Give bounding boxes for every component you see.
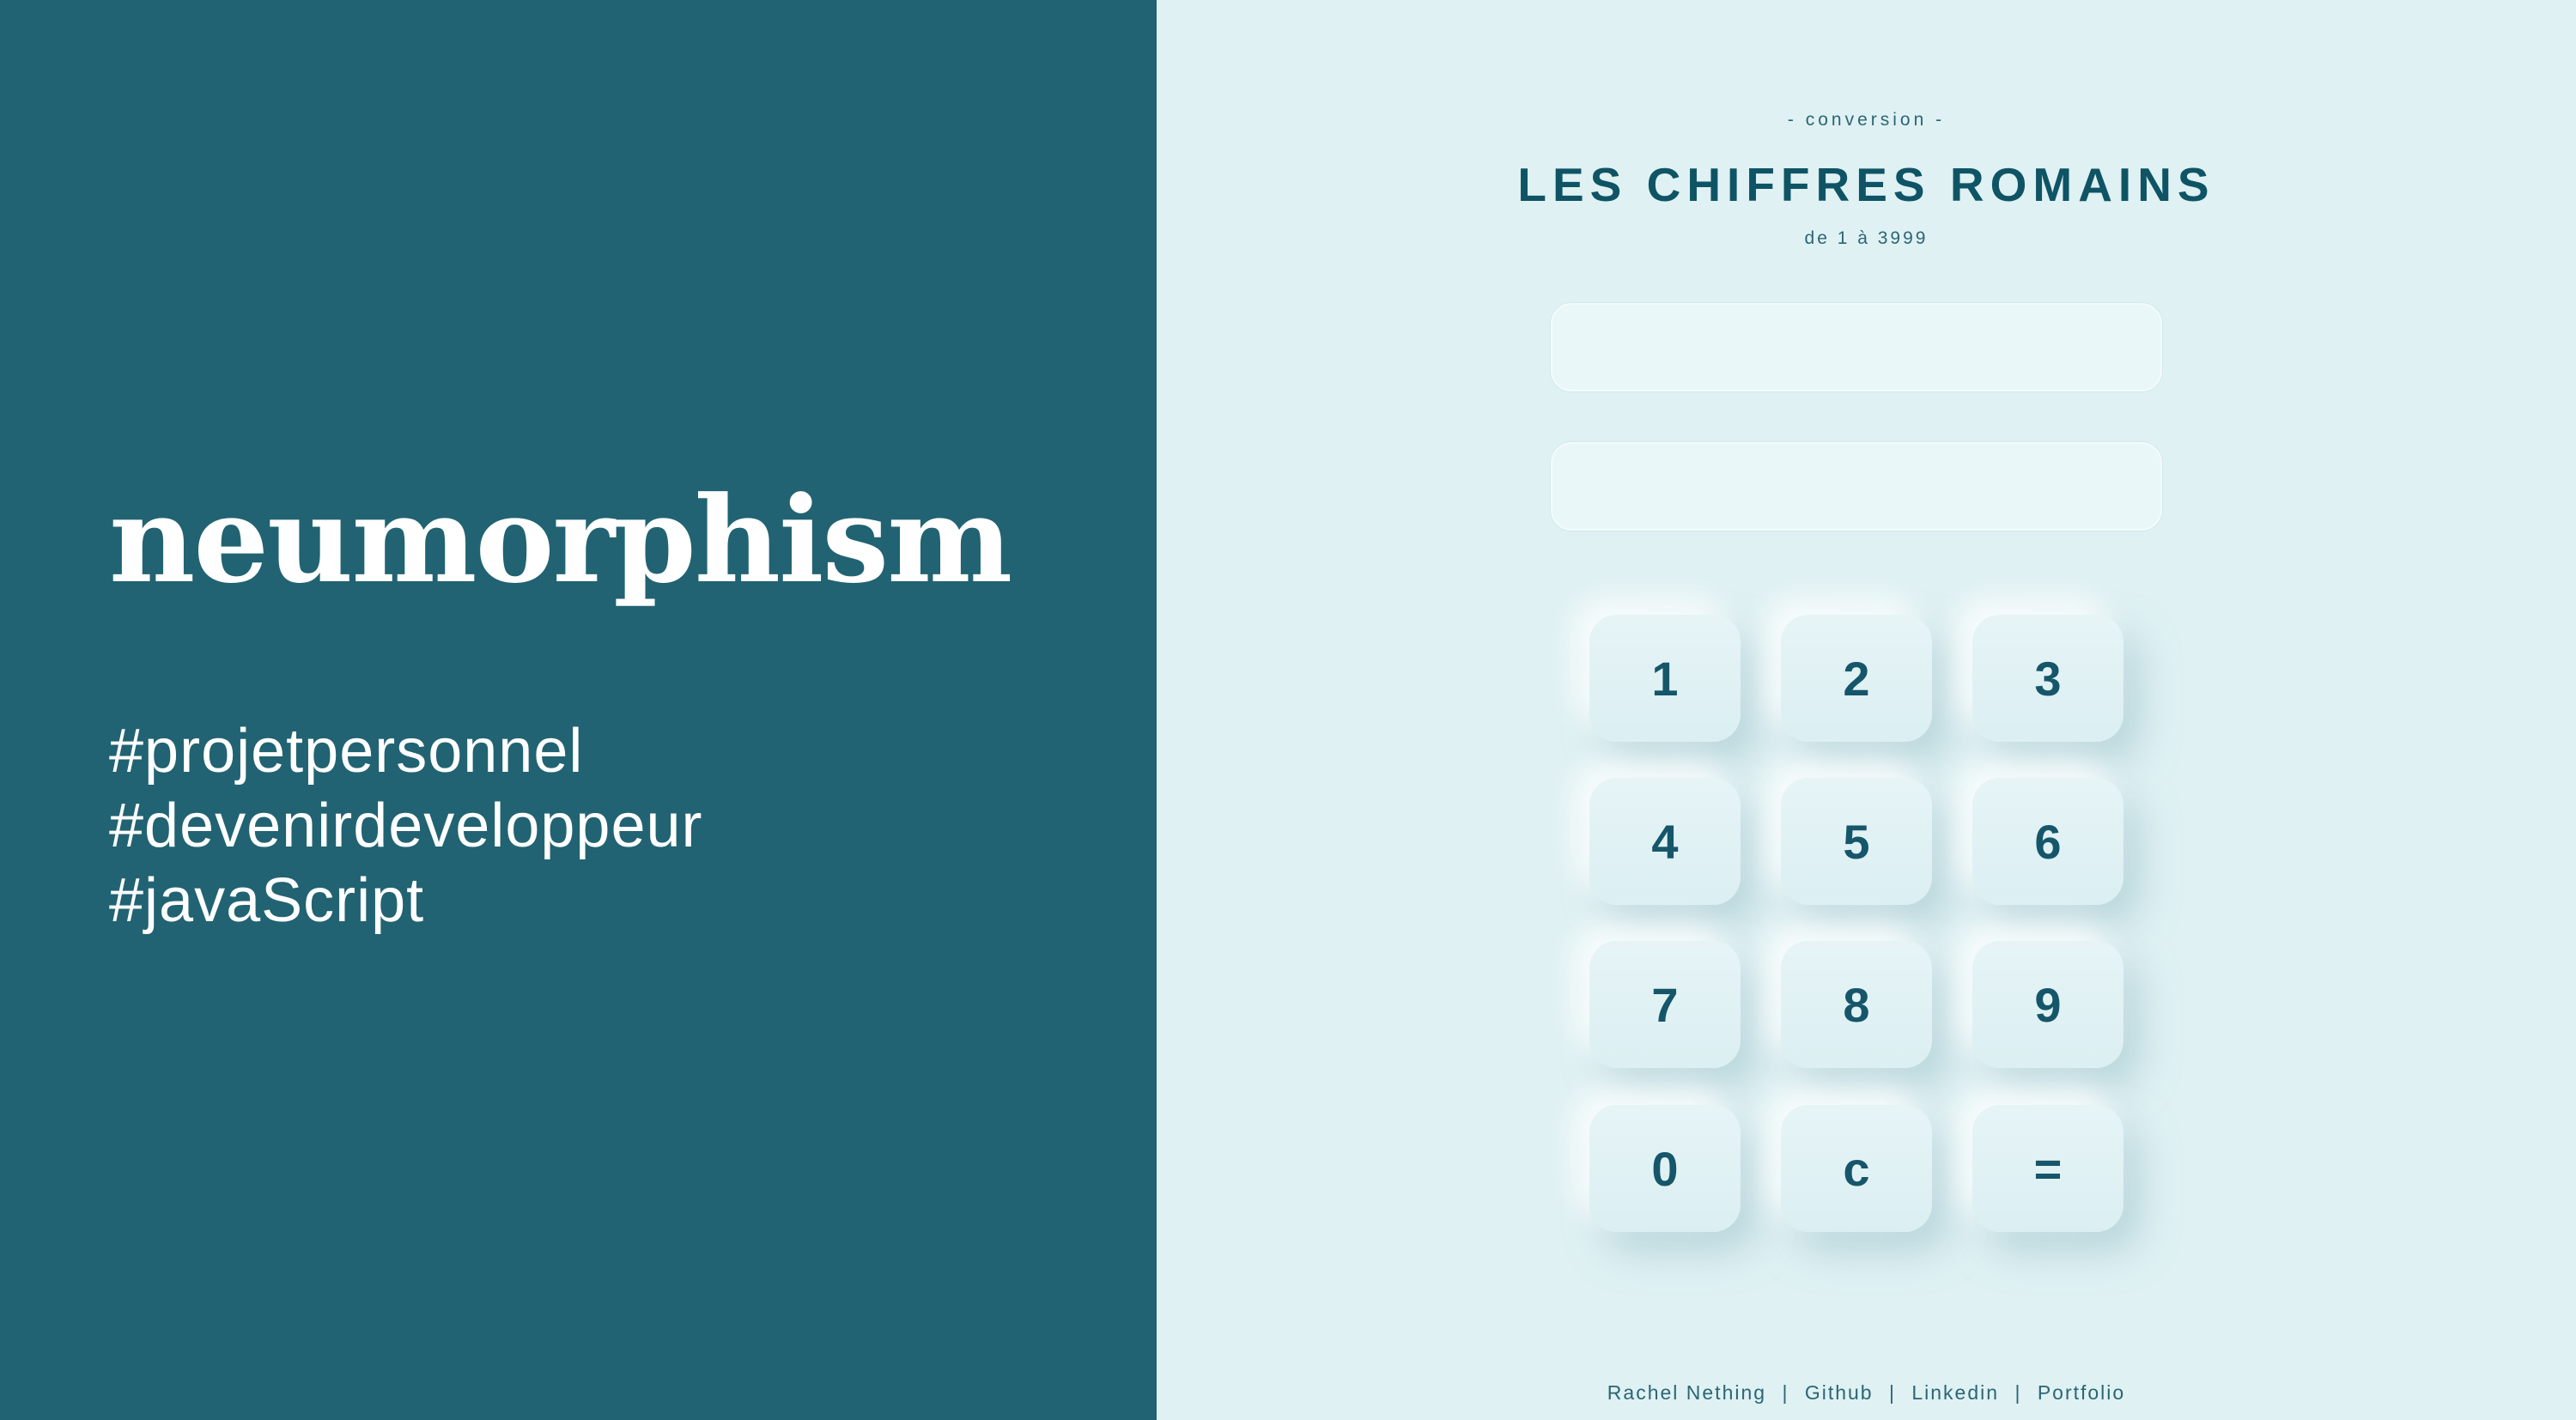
key-7[interactable]: 7 — [1589, 941, 1741, 1068]
key-1[interactable]: 1 — [1589, 615, 1741, 742]
app-kicker: - conversion - — [1787, 110, 1946, 130]
key-9[interactable]: 9 — [1972, 941, 2123, 1068]
converter-app: - conversion - LES CHIFFRES ROMAINS de 1… — [1157, 0, 2576, 1420]
key-0[interactable]: 0 — [1589, 1105, 1741, 1232]
roman-output[interactable] — [1551, 442, 2162, 531]
hashtag: #projetpersonnel — [109, 717, 584, 786]
clear-button[interactable]: c — [1781, 1105, 1932, 1232]
keypad: 1 2 3 4 5 6 7 8 9 0 c = — [1589, 615, 2130, 1235]
author-name: Rachel Nething — [1607, 1381, 1767, 1404]
brand-title: neumorphism — [109, 470, 1012, 610]
linkedin-link[interactable]: Linkedin — [1911, 1381, 1999, 1404]
key-2[interactable]: 2 — [1781, 615, 1932, 742]
key-3[interactable]: 3 — [1972, 615, 2123, 742]
footer-separator: | — [1782, 1381, 1789, 1404]
portfolio-link[interactable]: Portfolio — [2038, 1381, 2125, 1404]
github-link[interactable]: Github — [1805, 1381, 1874, 1404]
equals-button[interactable]: = — [1972, 1105, 2123, 1232]
footer-separator: | — [2014, 1381, 2022, 1404]
footer: Rachel Nething | Github | Linkedin | Por… — [1157, 1381, 2576, 1405]
footer-separator: | — [1888, 1381, 1896, 1404]
number-input[interactable] — [1551, 303, 2162, 391]
page: neumorphism #projetpersonnel #devenirdev… — [0, 0, 2576, 1420]
key-8[interactable]: 8 — [1781, 941, 1932, 1068]
key-6[interactable]: 6 — [1972, 778, 2123, 905]
app-subtitle: de 1 à 3999 — [1804, 228, 1929, 248]
hashtag: #javaScript — [109, 866, 425, 935]
key-5[interactable]: 5 — [1781, 778, 1932, 905]
hashtag-list: #projetpersonnel #devenirdeveloppeur #ja… — [109, 714, 703, 938]
app-title: LES CHIFFRES ROMAINS — [1517, 158, 2215, 211]
hashtag: #devenirdeveloppeur — [109, 792, 703, 860]
left-panel: neumorphism #projetpersonnel #devenirdev… — [0, 0, 1157, 1420]
key-4[interactable]: 4 — [1589, 778, 1741, 905]
